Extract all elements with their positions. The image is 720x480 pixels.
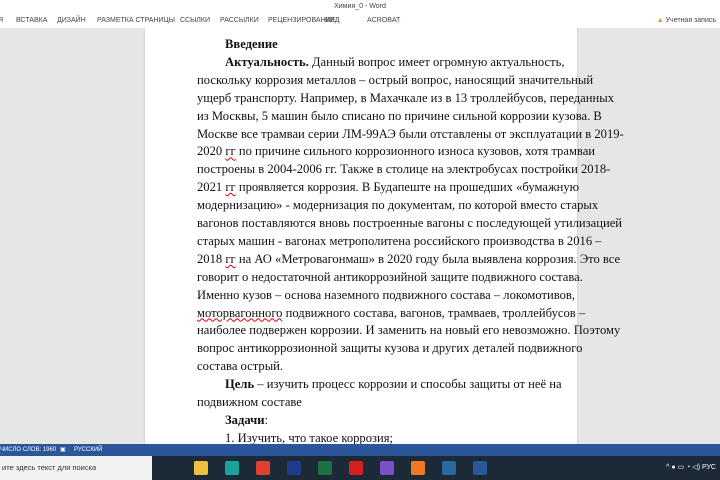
text-line[interactable]: вагонов поставляются вновь построенные в… (197, 215, 622, 231)
text-run: говорит о недостаточной антикоррозийной … (197, 269, 583, 284)
text-line[interactable]: наиболее подвержен коррозии. И заменить … (197, 322, 620, 338)
excel-icon[interactable] (318, 461, 332, 475)
text-line[interactable]: моторвагонного подвижного состава, вагон… (197, 305, 585, 321)
tab-5[interactable]: РАССЫЛКИ (220, 13, 259, 28)
app-orange-icon[interactable] (411, 461, 425, 475)
app-purple-icon[interactable] (380, 461, 394, 475)
text-line[interactable]: Введение (225, 36, 545, 52)
tab-0[interactable]: Я (0, 13, 3, 28)
text-line[interactable]: говорит о недостаточной антикоррозийной … (197, 269, 583, 285)
text-run: 2021 (197, 180, 226, 195)
spelling-error-text: гг (225, 180, 236, 195)
text-line[interactable]: подвижном составе (197, 394, 545, 410)
spelling-error-text: гг (225, 251, 236, 266)
text-run: модернизацию» - модернизация по документ… (197, 198, 599, 213)
text-run: : (264, 412, 268, 427)
text-line[interactable]: поскольку коррозия металлов – острый воп… (197, 72, 593, 88)
task-view-icon[interactable] (163, 461, 177, 475)
text-run: Актуальность. (225, 54, 309, 69)
text-run: Задачи (225, 412, 265, 427)
account-label: Учетная запись (665, 17, 716, 24)
text-line[interactable]: Именно кузов – основа наземного подвижно… (197, 287, 575, 303)
text-run: подвижном составе (197, 395, 302, 409)
status-bar: ЧИСЛО СЛОВ: 1960 ▣ РУССКИЙ (0, 444, 720, 456)
text-run: поскольку коррозия металлов – острый воп… (197, 72, 594, 87)
tab-1[interactable]: ВСТАВКА (16, 13, 47, 28)
document-area[interactable]: Введение Актуальность. Данный вопрос имее… (0, 28, 720, 444)
tab-4[interactable]: ССЫЛКИ (180, 13, 210, 28)
account-button[interactable]: ▲ Учетная запись (657, 13, 716, 28)
text-run: Именно кузов – основа наземного подвижно… (197, 287, 576, 302)
app-teal-icon[interactable] (225, 461, 239, 475)
text-line[interactable]: вопрос антикоррозионной защиты кузова и … (197, 340, 582, 356)
text-run: старых машин - вагонах метрополитена рос… (197, 233, 602, 248)
text-run: по причине сильного коррозионного износа… (235, 144, 596, 159)
text-line[interactable]: Задачи: (225, 412, 545, 428)
warning-icon: ▲ (656, 17, 664, 24)
text-run: ущерб транспорту. Например, в Махачкале … (197, 90, 615, 105)
text-run: Данный вопрос имеет огромную актуальност… (308, 54, 565, 69)
text-run: вопрос антикоррозионной защиты кузова и … (197, 341, 583, 356)
text-line[interactable]: построены в 2004-2006 гг. Также в столиц… (197, 161, 610, 177)
text-line[interactable]: 2021 гг проявляется коррозия. В Будапешт… (197, 179, 579, 195)
chrome-icon[interactable] (256, 461, 270, 475)
text-line[interactable]: 1. Изучить, что такое коррозия; (225, 430, 545, 444)
text-line[interactable]: старых машин - вагонах метрополитена рос… (197, 233, 602, 249)
search-placeholder: ите здесь текст для поиска (2, 463, 97, 472)
text-line[interactable]: Москве все трамваи серии ЛМ-99АЭ были от… (197, 126, 624, 142)
taskbar: ите здесь текст для поиска ^ ● ▭ ◔ ◁) РУ… (0, 456, 720, 480)
text-line[interactable]: модернизацию» - модернизация по документ… (197, 197, 598, 213)
text-run: подвижного состава, вагонов, трамваев, т… (282, 305, 586, 320)
word-icon[interactable] (473, 461, 487, 475)
text-run: 1. Изучить, что такое коррозия; (225, 430, 394, 444)
text-run: наиболее подвержен коррозии. И заменить … (197, 323, 621, 338)
text-run: из Москвы, 5 машин было списано по причи… (197, 108, 602, 123)
taskbar-search[interactable]: ите здесь текст для поиска (0, 456, 152, 480)
spelling-error-text: моторвагонного (197, 305, 283, 320)
text-run: на АО «Метровагонмаш» в 2020 году была в… (235, 251, 621, 266)
text-line[interactable]: Актуальность. Данный вопрос имеет огромн… (225, 54, 564, 70)
tab-3[interactable]: РАЗМЕТКА СТРАНИЦЫ (97, 13, 175, 28)
tab-7[interactable]: ВИД (325, 13, 339, 28)
photoshop-icon[interactable] (287, 461, 301, 475)
text-run: построены в 2004-2006 гг. Также в столиц… (197, 162, 611, 177)
language[interactable]: РУССКИЙ (74, 444, 102, 456)
acrobat-icon[interactable] (349, 461, 363, 475)
ribbon-tabs: ▲ Учетная запись Я ВСТАВКА ДИЗАЙН РАЗМЕТКА … (0, 13, 720, 28)
window-title: Химия_0 - Word (334, 3, 386, 10)
tab-2[interactable]: ДИЗАЙН (57, 13, 86, 28)
text-run: Москве все трамваи серии ЛМ-99АЭ были от… (197, 126, 624, 141)
tab-8[interactable]: ACROBAT (367, 13, 400, 28)
text-line[interactable]: из Москвы, 5 машин было списано по причи… (197, 108, 602, 124)
text-line[interactable]: ущерб транспорту. Например, в Махачкале … (197, 90, 614, 106)
app-globe-icon[interactable] (442, 461, 456, 475)
text-run: Цель (225, 377, 255, 392)
text-line[interactable]: 2020 гг по причине сильного коррозионног… (197, 143, 595, 159)
text-run: проявляется коррозия. В Будапеште на про… (235, 180, 580, 195)
text-line[interactable]: Цель – изучить процесс коррозии и способ… (225, 376, 562, 392)
text-run: состава острый. (197, 359, 284, 374)
text-run: Введение (225, 37, 278, 51)
system-tray[interactable]: ^ ● ▭ ◔ ◁) РУС (666, 456, 716, 480)
text-run: 2020 (197, 144, 226, 159)
text-line[interactable]: состава острый. (197, 358, 545, 374)
title-bar: Химия_0 - Word (0, 0, 720, 13)
input-language[interactable]: РУС (702, 464, 716, 471)
text-run: 2018 (197, 251, 226, 266)
text-run: вагонов поставляются вновь построенные в… (197, 216, 623, 230)
file-explorer-icon[interactable] (194, 461, 208, 475)
proofing-icon[interactable]: ▣ (60, 444, 66, 456)
text-line[interactable]: 2018 гг на АО «Метровагонмаш» в 2020 год… (197, 251, 620, 267)
text-run: – изучить процесс коррозии и способы защ… (254, 377, 562, 392)
spelling-error-text: гг (225, 144, 236, 159)
word-count[interactable]: ЧИСЛО СЛОВ: 1960 (0, 444, 56, 456)
